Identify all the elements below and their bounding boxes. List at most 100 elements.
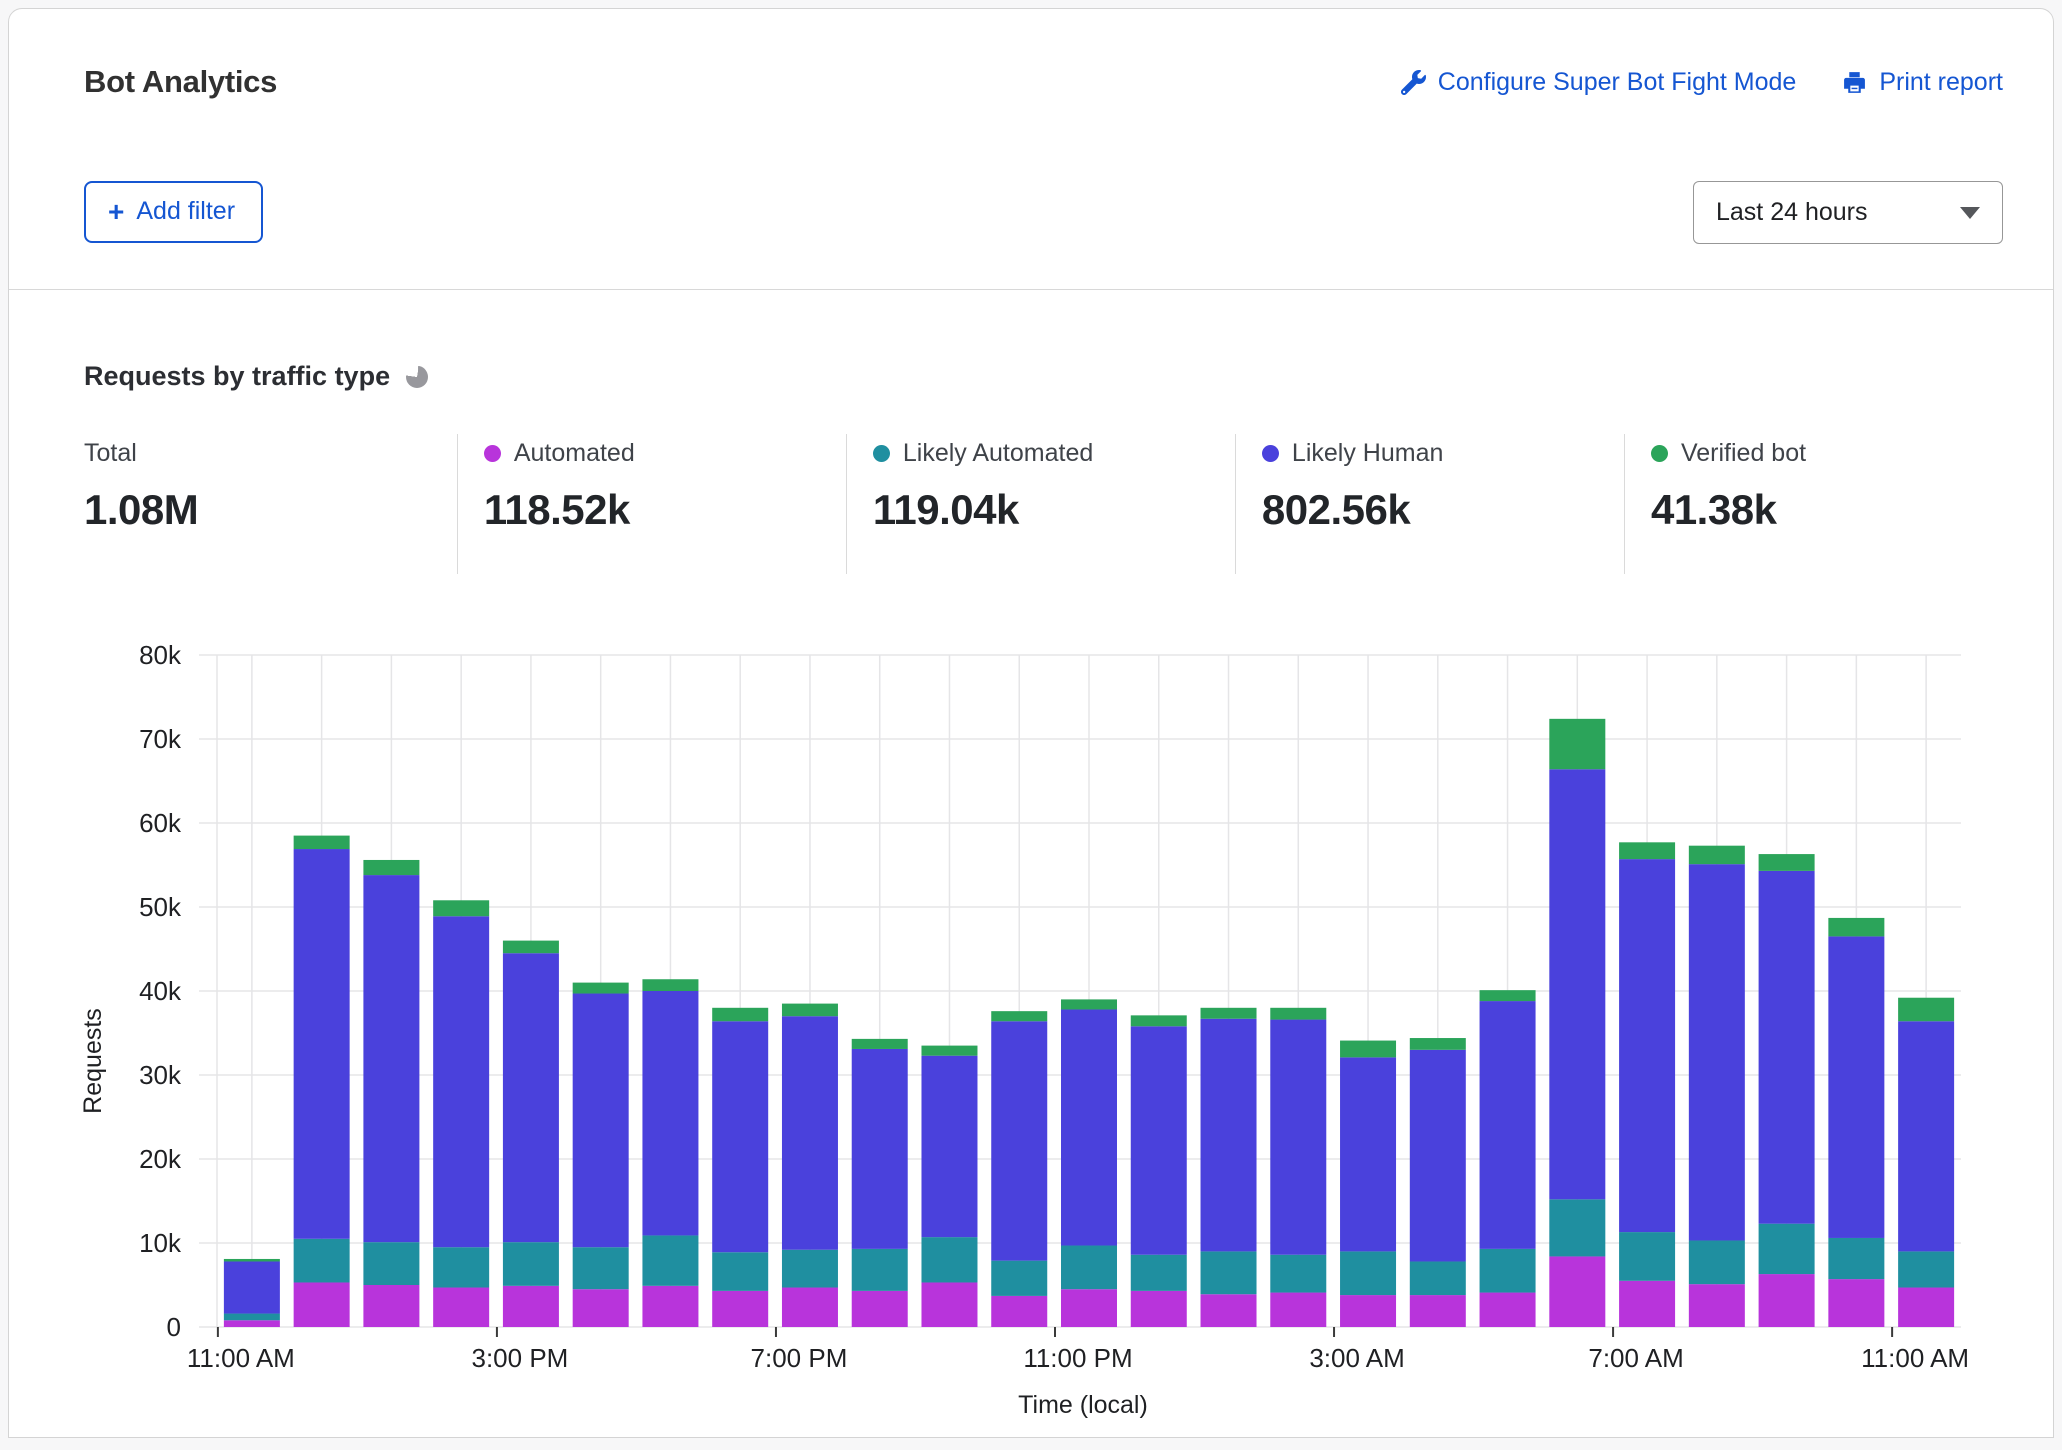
bar-2-likely-human[interactable]: [363, 875, 419, 1242]
bar-5-automated[interactable]: [573, 1289, 629, 1327]
bar-10-automated[interactable]: [921, 1282, 977, 1327]
bar-15-verified-bot[interactable]: [1270, 1008, 1326, 1020]
bar-14-verified-bot[interactable]: [1201, 1008, 1257, 1019]
bar-12-likely-automated[interactable]: [1061, 1246, 1117, 1290]
bar-1-likely-automated[interactable]: [294, 1239, 350, 1283]
bar-23-automated[interactable]: [1828, 1279, 1884, 1327]
bar-9-likely-automated[interactable]: [852, 1249, 908, 1291]
bar-21-automated[interactable]: [1689, 1284, 1745, 1327]
bar-4-automated[interactable]: [503, 1286, 559, 1327]
bar-1-verified-bot[interactable]: [294, 836, 350, 849]
bar-6-automated[interactable]: [642, 1286, 698, 1327]
bar-7-verified-bot[interactable]: [712, 1008, 768, 1021]
bar-9-verified-bot[interactable]: [852, 1039, 908, 1049]
bar-24-automated[interactable]: [1898, 1288, 1954, 1327]
print-report-link[interactable]: Print report: [1842, 68, 2003, 97]
bar-13-likely-automated[interactable]: [1131, 1255, 1187, 1291]
bar-8-verified-bot[interactable]: [782, 1004, 838, 1017]
bar-8-likely-automated[interactable]: [782, 1250, 838, 1288]
bar-3-likely-automated[interactable]: [433, 1247, 489, 1287]
bar-12-verified-bot[interactable]: [1061, 999, 1117, 1009]
bar-6-likely-human[interactable]: [642, 991, 698, 1235]
bar-19-likely-human[interactable]: [1549, 769, 1605, 1199]
bar-8-likely-human[interactable]: [782, 1016, 838, 1250]
bar-7-likely-automated[interactable]: [712, 1252, 768, 1291]
bar-11-likely-automated[interactable]: [991, 1261, 1047, 1296]
bar-2-automated[interactable]: [363, 1285, 419, 1327]
bar-15-automated[interactable]: [1270, 1293, 1326, 1327]
bar-22-automated[interactable]: [1759, 1274, 1815, 1327]
bar-17-likely-automated[interactable]: [1410, 1261, 1466, 1295]
bar-0-likely-automated[interactable]: [224, 1314, 280, 1321]
bar-5-likely-automated[interactable]: [573, 1247, 629, 1289]
bar-11-verified-bot[interactable]: [991, 1011, 1047, 1021]
add-filter-button[interactable]: + Add filter: [84, 181, 263, 243]
bar-5-verified-bot[interactable]: [573, 983, 629, 994]
bar-15-likely-automated[interactable]: [1270, 1255, 1326, 1293]
bar-4-likely-automated[interactable]: [503, 1242, 559, 1286]
bar-18-verified-bot[interactable]: [1480, 990, 1536, 1001]
bar-16-likely-human[interactable]: [1340, 1057, 1396, 1251]
bar-18-automated[interactable]: [1480, 1293, 1536, 1327]
bar-4-likely-human[interactable]: [503, 953, 559, 1242]
bar-22-likely-human[interactable]: [1759, 871, 1815, 1224]
bar-1-automated[interactable]: [294, 1282, 350, 1327]
bar-11-likely-human[interactable]: [991, 1021, 1047, 1260]
bar-22-likely-automated[interactable]: [1759, 1224, 1815, 1274]
bar-4-verified-bot[interactable]: [503, 941, 559, 954]
bar-2-verified-bot[interactable]: [363, 860, 419, 875]
bar-11-automated[interactable]: [991, 1296, 1047, 1327]
bar-20-likely-human[interactable]: [1619, 859, 1675, 1232]
bar-23-verified-bot[interactable]: [1828, 918, 1884, 936]
bar-3-likely-human[interactable]: [433, 916, 489, 1247]
bar-9-automated[interactable]: [852, 1291, 908, 1327]
bar-18-likely-automated[interactable]: [1480, 1249, 1536, 1293]
bar-14-likely-human[interactable]: [1201, 1019, 1257, 1252]
bar-3-verified-bot[interactable]: [433, 900, 489, 916]
bar-12-likely-human[interactable]: [1061, 1009, 1117, 1245]
bar-16-automated[interactable]: [1340, 1295, 1396, 1327]
bar-24-verified-bot[interactable]: [1898, 998, 1954, 1022]
bar-19-verified-bot[interactable]: [1549, 719, 1605, 769]
bar-8-automated[interactable]: [782, 1288, 838, 1327]
bar-6-likely-automated[interactable]: [642, 1235, 698, 1285]
bar-20-automated[interactable]: [1619, 1281, 1675, 1327]
bar-22-verified-bot[interactable]: [1759, 854, 1815, 871]
bar-15-likely-human[interactable]: [1270, 1020, 1326, 1255]
configure-super-bot-fight-mode-link[interactable]: Configure Super Bot Fight Mode: [1401, 68, 1797, 97]
bar-0-automated[interactable]: [224, 1320, 280, 1327]
bar-16-verified-bot[interactable]: [1340, 1041, 1396, 1058]
bar-16-likely-automated[interactable]: [1340, 1251, 1396, 1295]
time-range-dropdown[interactable]: Last 24 hours: [1693, 181, 2003, 244]
bar-7-likely-human[interactable]: [712, 1021, 768, 1252]
bar-3-automated[interactable]: [433, 1288, 489, 1327]
bar-10-likely-automated[interactable]: [921, 1237, 977, 1282]
bar-19-likely-automated[interactable]: [1549, 1199, 1605, 1256]
bar-12-automated[interactable]: [1061, 1289, 1117, 1327]
bar-13-likely-human[interactable]: [1131, 1026, 1187, 1254]
bar-19-automated[interactable]: [1549, 1256, 1605, 1327]
bar-14-automated[interactable]: [1201, 1294, 1257, 1327]
bar-24-likely-human[interactable]: [1898, 1021, 1954, 1251]
bar-21-likely-automated[interactable]: [1689, 1240, 1745, 1284]
bar-13-automated[interactable]: [1131, 1291, 1187, 1327]
bar-5-likely-human[interactable]: [573, 994, 629, 1248]
bar-6-verified-bot[interactable]: [642, 979, 698, 991]
bar-17-automated[interactable]: [1410, 1295, 1466, 1327]
bar-2-likely-automated[interactable]: [363, 1242, 419, 1285]
bar-10-likely-human[interactable]: [921, 1056, 977, 1237]
bar-24-likely-automated[interactable]: [1898, 1251, 1954, 1287]
bar-1-likely-human[interactable]: [294, 849, 350, 1239]
bar-21-verified-bot[interactable]: [1689, 846, 1745, 864]
bar-20-verified-bot[interactable]: [1619, 842, 1675, 859]
bar-23-likely-human[interactable]: [1828, 936, 1884, 1238]
bar-18-likely-human[interactable]: [1480, 1001, 1536, 1249]
bar-14-likely-automated[interactable]: [1201, 1251, 1257, 1294]
bar-0-verified-bot[interactable]: [224, 1259, 280, 1262]
bar-7-automated[interactable]: [712, 1291, 768, 1327]
bar-21-likely-human[interactable]: [1689, 864, 1745, 1240]
bar-17-likely-human[interactable]: [1410, 1050, 1466, 1262]
bar-20-likely-automated[interactable]: [1619, 1232, 1675, 1281]
bar-17-verified-bot[interactable]: [1410, 1038, 1466, 1050]
bar-9-likely-human[interactable]: [852, 1049, 908, 1249]
